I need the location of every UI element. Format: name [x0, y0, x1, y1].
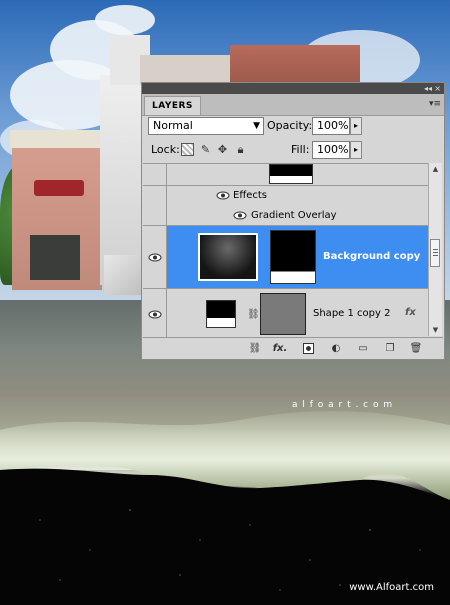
close-icon[interactable]: ×	[434, 83, 441, 94]
panel-bottom-bar: ⛓ fx. ◐ ▭ ❐ 🗑︎	[143, 337, 443, 360]
opacity-field[interactable]: 100%	[312, 117, 350, 135]
effect-label: Gradient Overlay	[251, 210, 337, 221]
blend-row: Normal ▼ Opacity: 100% ▸	[146, 117, 440, 135]
layer-thumbnail	[198, 233, 258, 281]
panel-title-strip: ◂◂ ×	[142, 83, 444, 94]
visibility-toggle[interactable]	[143, 164, 167, 185]
red-awning	[34, 180, 84, 196]
visibility-toggle[interactable]	[143, 206, 167, 225]
blend-mode-value: Normal	[153, 119, 193, 132]
layers-scrollbar[interactable]: ▲ ▼	[428, 163, 442, 336]
eye-icon[interactable]	[216, 191, 230, 200]
panel-tabbar: LAYERS ▾≡	[142, 94, 444, 116]
lock-pixels-icon[interactable]: ✎	[199, 143, 212, 156]
double-arrow-icon[interactable]: ◂◂	[424, 83, 432, 94]
watermark-center: a l f o a r t . c o m	[292, 400, 394, 410]
eye-icon[interactable]	[233, 211, 247, 220]
blend-mode-select[interactable]: Normal ▼	[148, 117, 264, 135]
eye-icon	[148, 310, 162, 319]
watermark-corner: www.Alfoart.com	[349, 582, 434, 593]
scroll-up-icon[interactable]: ▲	[429, 163, 442, 175]
effects-row[interactable]: Effects	[143, 186, 430, 206]
adjustment-layer-icon[interactable]: ◐	[329, 342, 343, 355]
add-mask-icon[interactable]	[303, 343, 314, 354]
visibility-toggle[interactable]	[143, 289, 167, 337]
fill-label: Fill:	[291, 143, 310, 156]
layer-mask-thumbnail[interactable]	[270, 230, 316, 284]
stairs	[104, 255, 144, 295]
water-wave	[0, 410, 450, 605]
fx-icon[interactable]: fx	[405, 306, 416, 320]
effects-label: Effects	[233, 190, 267, 201]
chevron-down-icon: ▼	[253, 121, 260, 131]
panel-menu-icon[interactable]: ▾≡	[429, 99, 441, 109]
layer-name[interactable]: Shape 1 copy 2	[313, 307, 390, 321]
layer-thumbnail	[269, 164, 313, 184]
lock-transparency-icon[interactable]	[181, 143, 194, 156]
add-style-icon[interactable]: fx.	[271, 342, 289, 355]
brick-building-right	[230, 45, 360, 85]
eye-icon	[148, 253, 162, 262]
link-layers-icon[interactable]: ⛓	[248, 342, 262, 355]
new-layer-icon[interactable]: ❐	[383, 342, 397, 355]
vector-mask-thumbnail[interactable]	[260, 293, 306, 335]
rooftop	[140, 55, 240, 85]
layer-row-background-copy[interactable]: Background copy	[143, 226, 430, 289]
white-building	[100, 75, 145, 285]
visibility-toggle[interactable]	[143, 186, 167, 206]
cloud	[95, 5, 155, 35]
scroll-down-icon[interactable]: ▼	[429, 324, 442, 336]
lock-all-icon[interactable]: 🔒︎	[234, 143, 247, 156]
layer-row-partial[interactable]	[143, 164, 430, 186]
fill-arrow-button[interactable]: ▸	[350, 141, 362, 159]
lock-label: Lock:	[151, 143, 180, 156]
group-folder-icon[interactable]: ▭	[356, 342, 370, 355]
lock-row: Lock: ✎ ✥ 🔒︎ Fill: 100% ▸	[146, 141, 440, 159]
layers-panel: ◂◂ × LAYERS ▾≡ Normal ▼ Opacity: 100% ▸ …	[141, 82, 445, 360]
scroll-grip	[433, 252, 438, 253]
link-icon[interactable]: ⛓	[247, 309, 260, 320]
lock-position-icon[interactable]: ✥	[216, 143, 229, 156]
scroll-thumb[interactable]	[430, 239, 440, 267]
opacity-arrow-button[interactable]: ▸	[350, 117, 362, 135]
tab-layers[interactable]: LAYERS	[144, 96, 201, 115]
fill-field[interactable]: 100%	[312, 141, 350, 159]
layers-list: Effects Gradient Overlay Background copy…	[143, 163, 430, 337]
building-cornice	[10, 130, 106, 148]
scroll-grip	[433, 249, 438, 250]
layer-name[interactable]: Background copy	[323, 250, 420, 264]
layer-thumbnail	[206, 300, 236, 328]
scroll-grip	[433, 255, 438, 256]
effect-row[interactable]: Gradient Overlay	[143, 206, 430, 226]
visibility-toggle[interactable]	[143, 226, 167, 288]
storefront	[30, 235, 80, 280]
trash-icon[interactable]: 🗑︎	[409, 342, 423, 355]
layer-row-shape-1-copy-2[interactable]: ⛓ Shape 1 copy 2 fx	[143, 289, 430, 337]
opacity-label: Opacity:	[267, 119, 313, 132]
